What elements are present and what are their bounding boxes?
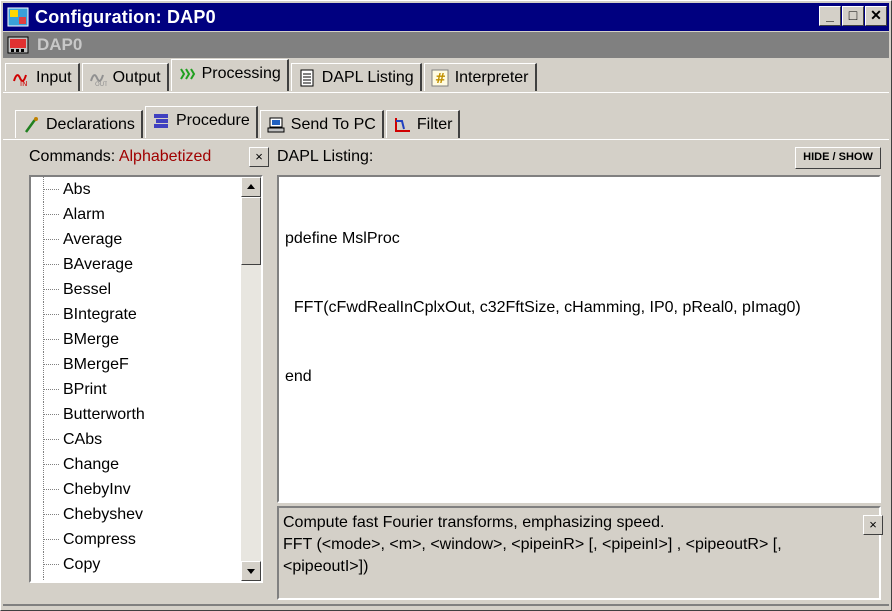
help-syntax: FFT (<mode>, <m>, <window>, <pipeinR> [,… [283, 536, 782, 575]
tab-declarations-label: Declarations [46, 115, 135, 133]
close-button[interactable]: ✕ [865, 6, 887, 26]
tab-send-to-pc[interactable]: Send To PC [259, 110, 384, 138]
command-item[interactable]: BPrint [31, 377, 237, 402]
tab-dapl-listing-label: DAPL Listing [321, 68, 414, 86]
bottom-edge [3, 604, 889, 606]
tab-procedure[interactable]: Procedure [144, 106, 258, 138]
maximize-button[interactable]: □ [842, 6, 864, 26]
command-item[interactable]: BMerge [31, 327, 237, 352]
send-to-pc-icon [267, 117, 285, 132]
minimize-button[interactable]: _ [819, 6, 841, 26]
command-item[interactable]: Change [31, 452, 237, 477]
commands-header: Commands: Alphabetized [29, 148, 211, 166]
tab-filter-label: Filter [416, 115, 453, 133]
device-label: DAP0 [37, 35, 83, 54]
scroll-down-button[interactable] [241, 561, 261, 581]
scroll-thumb[interactable] [241, 197, 261, 265]
command-item[interactable]: Copy [31, 552, 237, 577]
tab-filter[interactable]: Filter [385, 110, 461, 138]
arrow-up-icon [247, 184, 255, 189]
commands-list-items: Abs Alarm Average BAverage Bessel BIntegrate B… [31, 177, 237, 581]
commands-close-button[interactable]: × [249, 147, 269, 167]
command-item[interactable]: Abs [31, 177, 237, 202]
procedure-icon [153, 113, 168, 128]
listing-line: FFT(cFwdRealInCplxOut, c32FftSize, cHamm… [285, 299, 801, 316]
tab-processing[interactable]: Processing [170, 59, 289, 91]
command-item[interactable]: BAverage [31, 252, 237, 277]
listing-line: pdefine MslProc [285, 230, 400, 247]
command-item[interactable]: BMergeF [31, 352, 237, 377]
command-item[interactable]: Butterworth [31, 402, 237, 427]
svg-text:#: # [435, 72, 446, 87]
command-item[interactable]: Alarm [31, 202, 237, 227]
tab-send-to-pc-label: Send To PC [290, 115, 376, 133]
tab-output-label: Output [112, 68, 161, 86]
processing-icon [179, 67, 195, 80]
sub-tabs: Declarations Procedure Send To PC Filter [15, 106, 462, 138]
arrow-down-icon [247, 569, 255, 574]
listing-line: end [285, 368, 312, 385]
command-item[interactable]: Compress [31, 527, 237, 552]
commands-scrollbar[interactable] [241, 177, 261, 581]
command-item[interactable]: Copyblock [31, 577, 237, 581]
app-icon [7, 7, 29, 27]
help-description: Compute fast Fourier transforms, emphasi… [283, 514, 665, 531]
configuration-window: Configuration: DAP0 _ □ ✕ DAP0 IN Input [0, 0, 892, 611]
signal-in-icon: IN [13, 73, 27, 87]
signal-out-icon: OUT [89, 73, 107, 87]
command-item[interactable]: Chebyshev [31, 502, 237, 527]
svg-text:OUT: OUT [95, 81, 107, 87]
filter-icon [394, 117, 410, 132]
interpreter-icon: # [431, 69, 449, 87]
sub-tabs-divider [3, 139, 889, 140]
command-item[interactable]: BIntegrate [31, 302, 237, 327]
tab-interpreter[interactable]: # Interpreter [423, 63, 537, 91]
tab-output[interactable]: OUT Output [81, 63, 169, 91]
listing-icon [300, 69, 314, 86]
tab-declarations[interactable]: Declarations [15, 110, 143, 138]
device-icon [7, 36, 29, 54]
tab-input[interactable]: IN Input [5, 63, 80, 91]
command-item[interactable]: Average [31, 227, 237, 252]
scroll-up-button[interactable] [241, 177, 261, 197]
tab-procedure-label: Procedure [175, 111, 250, 129]
title-bar[interactable]: Configuration: DAP0 _ □ ✕ [3, 3, 889, 31]
window-title: Configuration: DAP0 [35, 6, 216, 27]
device-bar: DAP0 [3, 32, 889, 58]
help-pane: Compute fast Fourier transforms, emphasi… [277, 506, 881, 600]
hide-show-button[interactable]: HIDE / SHOW [795, 147, 881, 169]
command-item[interactable]: Bessel [31, 277, 237, 302]
svg-text:IN: IN [20, 80, 27, 87]
tab-interpreter-label: Interpreter [454, 68, 529, 86]
tab-dapl-listing[interactable]: DAPL Listing [290, 63, 422, 91]
main-tabs-divider [3, 92, 889, 93]
help-close-button[interactable]: × [863, 515, 883, 535]
command-item[interactable]: CAbs [31, 427, 237, 452]
listing-header: DAPL Listing: [277, 148, 374, 165]
commands-label: Commands: [29, 148, 116, 165]
commands-sort-mode[interactable]: Alphabetized [119, 148, 212, 165]
command-item[interactable]: ChebyInv [31, 477, 237, 502]
window-controls: _ □ ✕ [818, 6, 887, 26]
dapl-listing-editor[interactable]: pdefine MslProc FFT(cFwdRealInCplxOut, c… [277, 175, 881, 503]
main-tabs: IN Input OUT Output Processing DAPL List… [5, 59, 539, 91]
commands-list[interactable]: Abs Alarm Average BAverage Bessel BIntegrate B… [29, 175, 263, 583]
declarations-icon [24, 116, 38, 133]
tab-input-label: Input [36, 68, 72, 86]
tab-processing-label: Processing [201, 64, 281, 82]
